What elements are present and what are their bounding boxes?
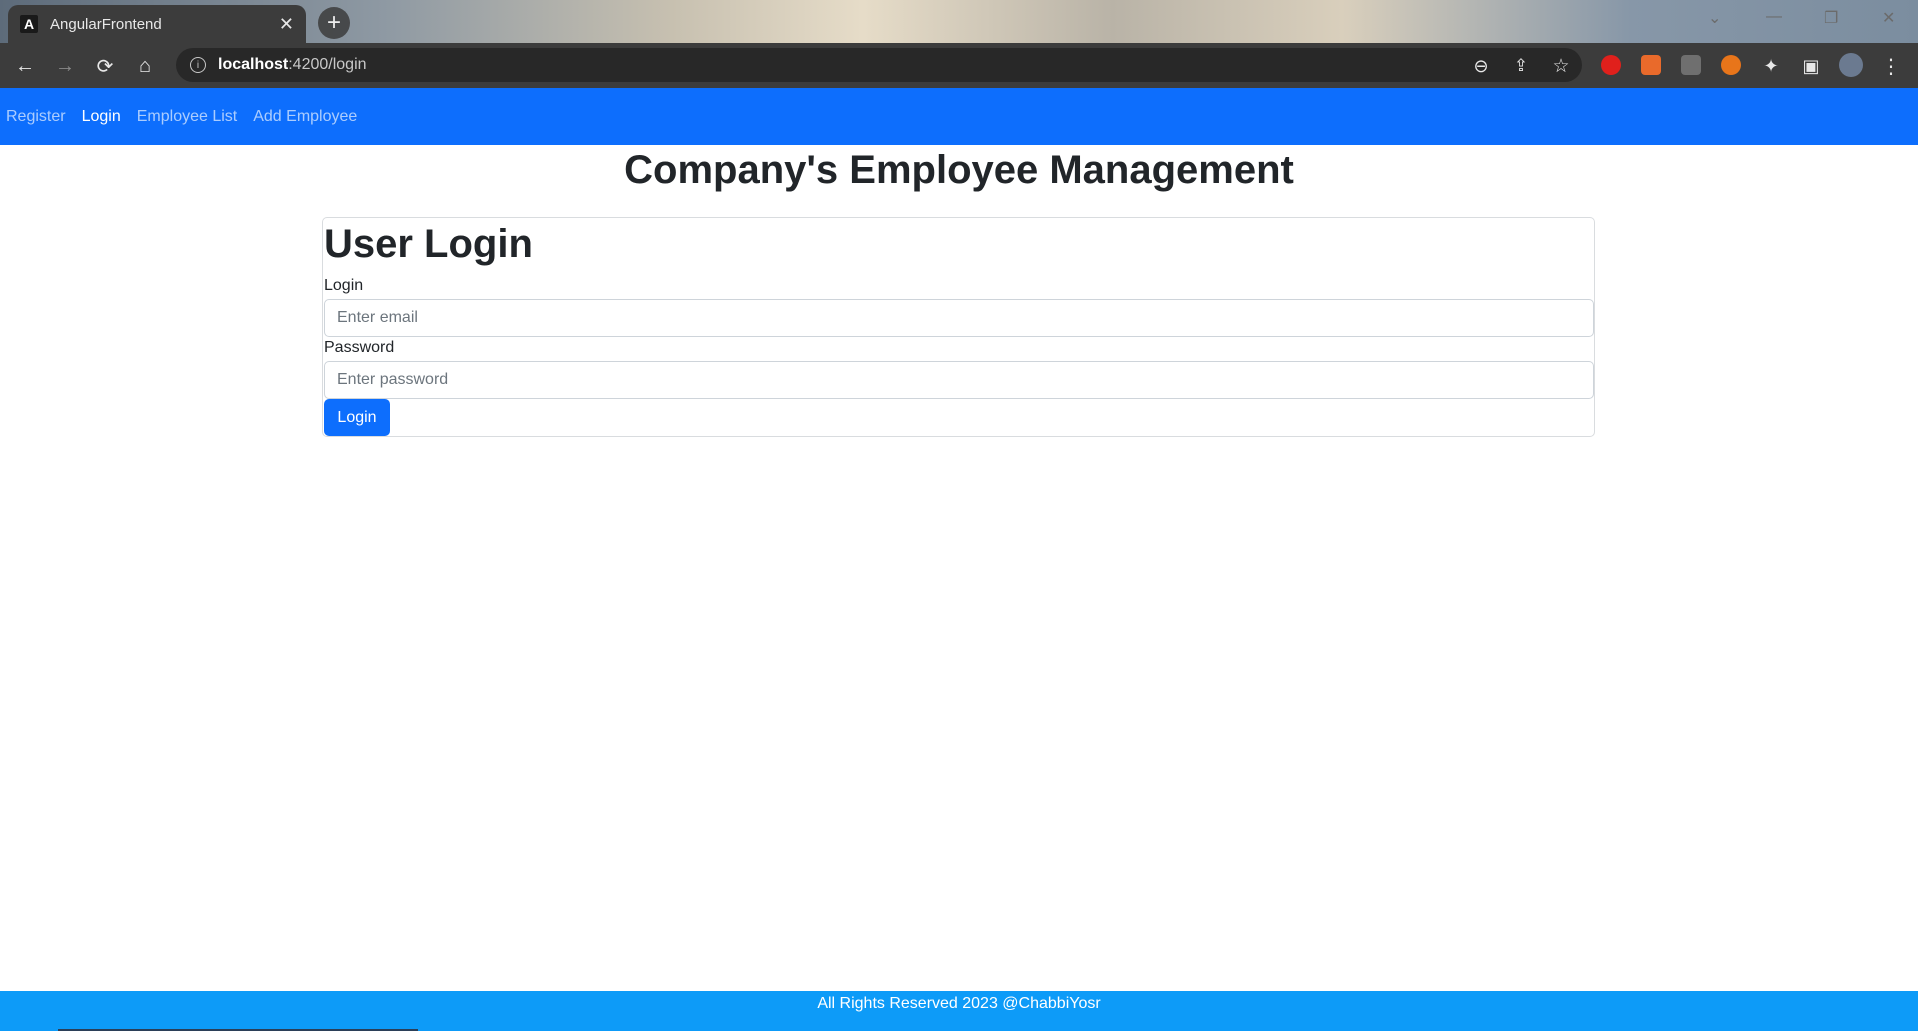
app-navbar: Register Login Employee List Add Employe… [0, 88, 1918, 145]
share-icon[interactable]: ⇪ [1507, 52, 1535, 80]
restore-icon[interactable]: ❐ [1824, 8, 1838, 28]
angular-favicon-icon: A [20, 15, 38, 33]
browser-toolbar: ← → ⟳ ⌂ i localhost:4200/login ⊖ ⇪ ☆ ✦ ▣… [0, 43, 1918, 88]
browser-tab[interactable]: A AngularFrontend ✕ [8, 5, 306, 43]
url-path: :4200/login [288, 56, 367, 73]
address-bar[interactable]: i localhost:4200/login [176, 48, 1582, 82]
login-button[interactable]: Login [324, 399, 390, 436]
email-field[interactable] [324, 299, 1594, 337]
profile-avatar[interactable] [1839, 53, 1863, 77]
nav-link-login[interactable]: Login [82, 108, 121, 126]
nav-link-add-employee[interactable]: Add Employee [253, 108, 357, 126]
menu-kebab-icon[interactable]: ⋮ [1877, 52, 1905, 80]
extension-c-icon[interactable] [1721, 55, 1741, 75]
close-window-icon[interactable]: ✕ [1882, 8, 1895, 28]
zoom-icon[interactable]: ⊖ [1467, 52, 1495, 80]
side-panel-icon[interactable]: ▣ [1797, 52, 1825, 80]
extension-orange-icon[interactable] [1641, 55, 1661, 75]
password-label: Password [324, 339, 395, 356]
page-title: Company's Employee Management [624, 148, 1294, 192]
extension-facebook-icon[interactable] [1681, 55, 1701, 75]
new-tab-button[interactable]: + [318, 7, 350, 39]
footer: All Rights Reserved 2023 @ChabbiYosr [0, 991, 1918, 1031]
site-info-icon[interactable]: i [190, 57, 206, 73]
footer-text: All Rights Reserved 2023 @ChabbiYosr [817, 995, 1101, 1012]
extension-red-icon[interactable] [1601, 55, 1621, 75]
tab-title: AngularFrontend [50, 15, 162, 33]
tab-search-icon[interactable]: ⌄ [1708, 8, 1721, 28]
home-icon[interactable]: ⌂ [131, 52, 159, 80]
login-card: User Login Login Password Login [322, 217, 1595, 437]
url-host: localhost [218, 56, 289, 73]
password-field[interactable] [324, 361, 1594, 399]
back-arrow-icon[interactable]: ← [11, 52, 39, 80]
browser-tab-strip: A AngularFrontend ✕ + ⌄ — ❐ ✕ [0, 0, 1918, 43]
email-label: Login [324, 277, 364, 294]
reload-icon[interactable]: ⟳ [91, 52, 119, 80]
extensions-puzzle-icon[interactable]: ✦ [1757, 52, 1785, 80]
login-heading: User Login [324, 222, 533, 266]
forward-arrow-icon[interactable]: → [51, 52, 79, 80]
nav-link-employee-list[interactable]: Employee List [137, 108, 238, 126]
bookmark-star-icon[interactable]: ☆ [1547, 52, 1575, 80]
minimize-icon[interactable]: — [1766, 8, 1782, 26]
close-tab-icon[interactable]: ✕ [279, 14, 294, 35]
nav-link-register[interactable]: Register [6, 108, 66, 126]
